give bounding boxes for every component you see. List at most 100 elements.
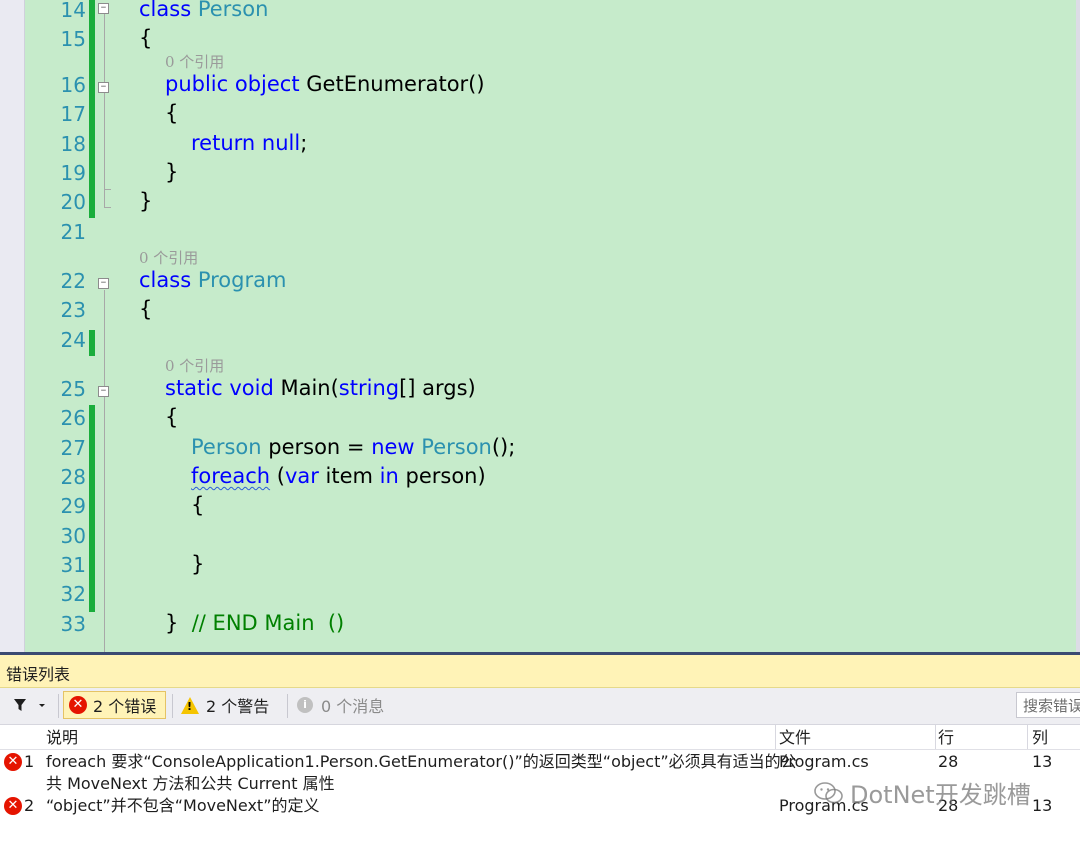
- code-line[interactable]: } // END Main (): [165, 610, 344, 636]
- fold-guide-end: [104, 207, 111, 208]
- fold-guide-end: [104, 189, 111, 190]
- column-header-description[interactable]: 说明: [46, 727, 78, 749]
- codelens-references[interactable]: 0 个引用: [165, 357, 224, 375]
- row-description: “object”并不包含“MoveNext”的定义: [46, 796, 320, 815]
- line-number: 14: [60, 0, 86, 22]
- row-description-cont: 共 MoveNext 方法和公共 Current 属性: [46, 774, 335, 793]
- line-number: 19: [60, 161, 86, 185]
- toolbar-separator: [172, 694, 173, 718]
- wechat-icon: [814, 781, 843, 803]
- column-divider[interactable]: [775, 725, 776, 749]
- header-separator: [0, 749, 1080, 750]
- code-line[interactable]: }: [191, 551, 204, 577]
- warnings-count-label: 2 个警告: [206, 697, 270, 716]
- code-token: public: [165, 72, 235, 96]
- change-bar: [89, 405, 95, 612]
- warnings-filter-button[interactable]: ! 2 个警告: [181, 691, 281, 719]
- line-number: 26: [60, 406, 86, 430]
- error-icon: ✕: [4, 797, 22, 815]
- line-number: 27: [60, 436, 86, 460]
- code-line[interactable]: static void Main(string[] args): [165, 375, 476, 401]
- code-token: }: [191, 552, 205, 576]
- messages-filter-button[interactable]: i 0 个消息: [297, 691, 397, 719]
- line-number: 15: [60, 27, 86, 51]
- code-line[interactable]: {: [139, 296, 152, 322]
- code-token: void: [229, 376, 281, 400]
- filter-button[interactable]: [12, 691, 52, 719]
- code-token: object: [234, 72, 307, 96]
- error-icon: ✕: [4, 753, 22, 771]
- code-line[interactable]: {: [165, 100, 178, 126]
- column-header-line[interactable]: 行: [938, 727, 954, 749]
- code-token: {: [165, 101, 179, 125]
- error-list-toolbar: ✕ 2 个错误 ! 2 个警告 i 0 个消息 搜索错误列表: [0, 688, 1080, 725]
- code-token: var: [284, 464, 326, 488]
- errors-count-label: 2 个错误: [93, 697, 157, 716]
- errors-filter-button[interactable]: ✕ 2 个错误: [63, 691, 166, 719]
- code-token: string: [338, 376, 400, 400]
- column-header-file[interactable]: 文件: [779, 727, 811, 749]
- code-editor[interactable]: − − − − 14 class Person 15{16 0 个引用 public o…: [0, 0, 1080, 652]
- error-list-panel: 错误列表 ✕ 2 个错误 ! 2 个警告 i 0 个消息 搜索错误列表 说明 文…: [0, 652, 1080, 843]
- codelens-references[interactable]: 0 个引用: [139, 249, 198, 267]
- line-number: 25: [60, 377, 86, 401]
- code-line[interactable]: {: [165, 404, 178, 430]
- code-line[interactable]: class Person: [139, 0, 268, 22]
- code-token: Person: [421, 435, 492, 459]
- code-line[interactable]: return null;: [191, 130, 307, 156]
- code-line[interactable]: public object GetEnumerator(): [165, 71, 485, 97]
- code-token: item: [325, 464, 380, 488]
- line-number: 17: [60, 102, 86, 126]
- fold-guide: [104, 14, 105, 208]
- messages-count-label: 0 个消息: [321, 697, 385, 716]
- collapse-icon[interactable]: −: [98, 278, 109, 289]
- error-list-header: 错误列表: [0, 655, 1080, 688]
- search-error-list-input[interactable]: 搜索错误列表: [1016, 692, 1080, 718]
- line-number: 28: [60, 465, 86, 489]
- error-squiggle-token: foreach: [191, 464, 271, 488]
- code-line[interactable]: }: [139, 188, 152, 214]
- line-number: 24: [60, 328, 86, 352]
- collapse-icon[interactable]: −: [98, 386, 109, 397]
- row-description: foreach 要求“ConsoleApplication1.Person.Ge…: [46, 752, 797, 771]
- code-token: }: [139, 189, 153, 213]
- row-column: 13: [1032, 796, 1053, 815]
- code-token: Program: [197, 268, 287, 292]
- code-token: person =: [268, 435, 372, 459]
- column-divider[interactable]: [935, 725, 936, 749]
- code-token: Main(: [280, 376, 339, 400]
- line-number: 21: [60, 220, 86, 244]
- column-divider[interactable]: [1027, 725, 1028, 749]
- error-list-title: 错误列表: [6, 665, 71, 684]
- line-number: 30: [60, 524, 86, 548]
- line-number: 29: [60, 494, 86, 518]
- change-bar: [89, 330, 95, 356]
- codelens-references[interactable]: 0 个引用: [165, 53, 224, 71]
- line-number: 33: [60, 612, 86, 636]
- dropdown-arrow-icon: [39, 704, 45, 707]
- code-token: GetEnumerator(): [306, 72, 485, 96]
- editor-left-margin: [0, 0, 25, 652]
- line-number: 31: [60, 553, 86, 577]
- fold-guide: [104, 290, 105, 652]
- column-header-column[interactable]: 列: [1032, 727, 1048, 749]
- collapse-icon[interactable]: −: [98, 3, 109, 14]
- code-token: ;: [300, 131, 308, 155]
- code-token: new: [371, 435, 422, 459]
- code-token: class: [139, 0, 198, 21]
- code-line[interactable]: foreach (var item in person): [191, 463, 486, 489]
- collapse-icon[interactable]: −: [98, 82, 109, 93]
- code-line[interactable]: Person person = new Person();: [191, 434, 515, 460]
- code-token: null: [261, 131, 301, 155]
- code-line[interactable]: }: [165, 159, 178, 185]
- editor-scrollbar[interactable]: [1076, 0, 1080, 652]
- code-line[interactable]: {: [139, 25, 152, 51]
- change-bar: [89, 0, 95, 218]
- code-line[interactable]: {: [191, 492, 204, 518]
- code-token: class: [139, 268, 198, 292]
- code-token: [] args): [399, 376, 476, 400]
- code-token: Person: [197, 0, 269, 21]
- warning-icon: !: [181, 696, 199, 714]
- code-line[interactable]: class Program: [139, 267, 286, 293]
- watermark: DotNet开发跳槽: [814, 775, 1031, 810]
